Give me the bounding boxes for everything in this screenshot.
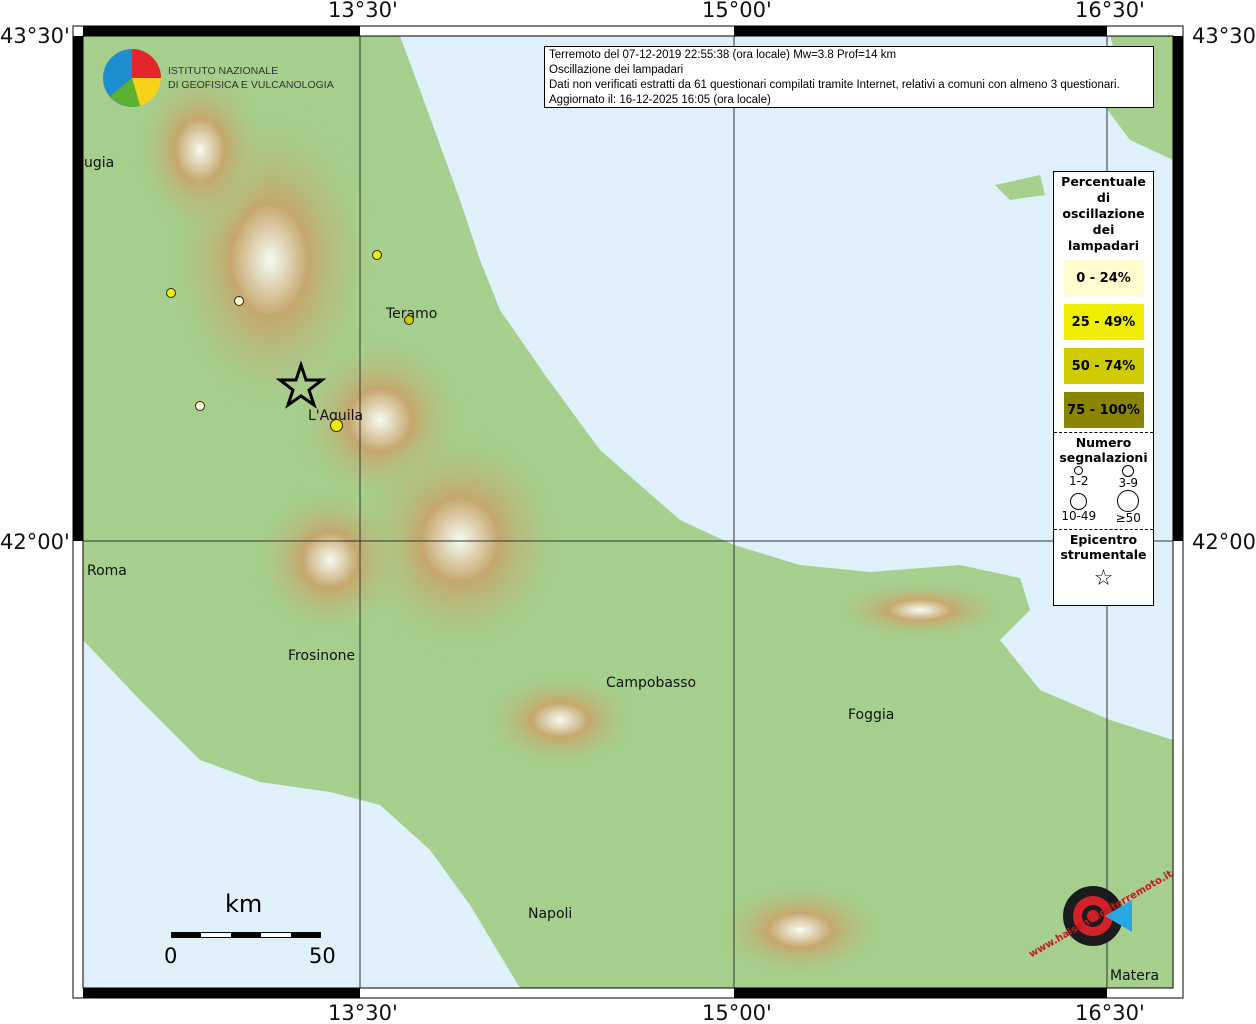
tick-right-2: 42°00' xyxy=(1192,530,1256,554)
city-matera: Matera xyxy=(1110,968,1160,984)
ingv-line2: DI GEOFISICA E VULCANOLOGIA xyxy=(168,79,334,91)
legend-class-25-49: 25 - 49% xyxy=(1063,304,1144,340)
tick-top-1: 13°30' xyxy=(328,0,398,22)
legend: Percentuale di oscillazione dei lampadar… xyxy=(1053,171,1154,606)
legend-title: Percentuale di oscillazione dei lampadar… xyxy=(1054,174,1153,254)
map-type-line: Oscillazione dei lampadari xyxy=(549,64,684,76)
count-1-2: 1-2 xyxy=(1054,465,1104,490)
count-label: ≥50 xyxy=(1115,511,1141,525)
city-frosinone: Frosinone xyxy=(288,648,356,664)
city-campobasso: Campobasso xyxy=(606,675,697,691)
count-title-line: Numero xyxy=(1075,435,1132,450)
tick-right-1: 43°30' xyxy=(1192,24,1256,48)
city-perugia: ugia xyxy=(84,155,115,171)
intensity-map: 13°30' 15°00' 16°30' 13°30' 15°00' 16°30… xyxy=(0,0,1256,1024)
count-label: 3-9 xyxy=(1118,476,1139,490)
scale-unit: km xyxy=(225,890,263,918)
epi-title-line: Epicentro xyxy=(1069,532,1138,547)
tick-top-3: 16°30' xyxy=(1075,0,1145,22)
scale-bar xyxy=(171,932,321,938)
tick-left-1: 43°30' xyxy=(0,24,70,48)
legend-title-line: di xyxy=(1096,190,1111,205)
count-10-49: 10-49 xyxy=(1054,490,1104,525)
legend-title-line: Percentuale xyxy=(1061,174,1146,189)
tick-bottom-3: 16°30' xyxy=(1075,1001,1145,1024)
scale-min: 0 xyxy=(164,944,178,968)
legend-count-section: Numero segnalazioni 1-2 3-9 10-49 ≥50 xyxy=(1054,432,1153,525)
count-title-line: segnalazioni xyxy=(1059,450,1148,465)
legend-class-75-100: 75 - 100% xyxy=(1063,392,1144,428)
legend-title-line: dei xyxy=(1092,222,1115,237)
legend-title-line: lampadari xyxy=(1068,238,1139,253)
tick-bottom-2: 15°00' xyxy=(702,1001,772,1024)
report-point[interactable] xyxy=(330,419,343,432)
report-point[interactable] xyxy=(404,315,414,325)
legend-class-50-74: 50 - 74% xyxy=(1063,348,1144,384)
legend-class-0-24: 0 - 24% xyxy=(1063,260,1144,296)
count-label: 1-2 xyxy=(1068,474,1089,488)
scale-max: 50 xyxy=(309,944,336,968)
tick-top-2: 15°00' xyxy=(702,0,772,22)
star-icon: ☆ xyxy=(1093,566,1114,591)
epi-title-line: strumentale xyxy=(1060,547,1147,562)
logo-ingv-globe xyxy=(103,49,162,107)
legend-title-line: oscillazione xyxy=(1062,206,1145,221)
legend-epicenter-section: Epicentro strumentale ☆ xyxy=(1054,529,1153,591)
count-50-plus: ≥50 xyxy=(1104,490,1154,525)
count-label: 10-49 xyxy=(1061,509,1097,523)
city-napoli: Napoli xyxy=(528,906,573,922)
event-line: Terremoto del 07-12-2019 22:55:38 (ora l… xyxy=(549,49,897,61)
tick-left-2: 42°00' xyxy=(0,530,70,554)
report-point[interactable] xyxy=(195,401,205,411)
count-3-9: 3-9 xyxy=(1104,465,1154,490)
ingv-line1: ISTITUTO NAZIONALE xyxy=(168,65,279,77)
data-note-line: Dati non verificati estratti da 61 quest… xyxy=(549,79,1120,91)
city-foggia: Foggia xyxy=(848,707,895,723)
updated-line: Aggiornato il: 16-12-2025 16:05 (ora loc… xyxy=(549,94,771,106)
ingv-logo-text: ISTITUTO NAZIONALE DI GEOFISICA E VULCAN… xyxy=(168,64,334,92)
city-roma: Roma xyxy=(87,563,127,579)
report-point[interactable] xyxy=(372,250,382,260)
report-point[interactable] xyxy=(166,288,176,298)
event-info-box: Terremoto del 07-12-2019 22:55:38 (ora l… xyxy=(544,46,1154,108)
tick-bottom-1: 13°30' xyxy=(328,1001,398,1024)
report-point[interactable] xyxy=(234,296,244,306)
